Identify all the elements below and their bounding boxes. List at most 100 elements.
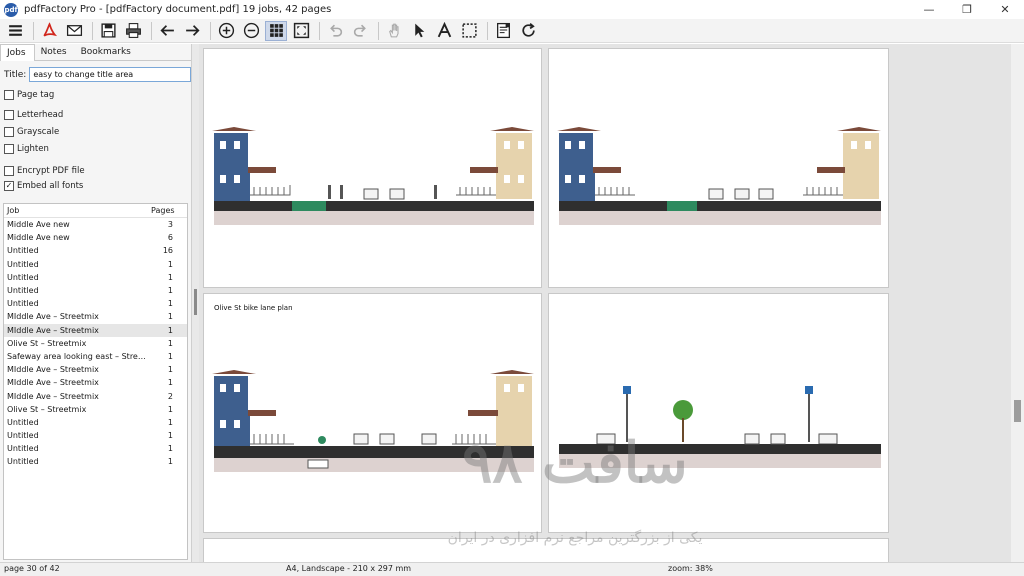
page-thumbnail[interactable] (548, 48, 889, 288)
job-row[interactable]: Middle Ave new 6 (4, 231, 187, 244)
select-tool-button[interactable] (408, 21, 430, 41)
job-column-header[interactable]: Job (7, 206, 151, 215)
email-button[interactable] (63, 21, 85, 41)
embed-fonts-checkbox[interactable]: ✓ (4, 180, 14, 191)
job-row-selected[interactable]: MIddle Ave – Streetmix 1 (4, 323, 187, 337)
job-name: Untitled (7, 431, 39, 441)
pages-column-header[interactable]: Pages (151, 206, 187, 215)
title-input[interactable] (29, 67, 191, 82)
page-properties-button[interactable] (492, 21, 514, 41)
job-name: Safeway area looking east – Street… (7, 351, 149, 361)
option-letterhead[interactable]: Letterhead (0, 108, 191, 121)
tab-jobs[interactable]: Jobs (0, 44, 35, 61)
grid-view-icon (269, 24, 283, 37)
encrypt-pdf-label: Encrypt PDF file (17, 165, 85, 176)
refresh-button[interactable] (517, 21, 539, 41)
job-row[interactable]: Middle Ave new 3 (4, 218, 187, 231)
job-name: MIddle Ave – Streetmix (7, 391, 99, 401)
option-grayscale[interactable]: Grayscale (0, 125, 191, 138)
job-row[interactable]: Untitled 1 (4, 271, 187, 284)
page-thumbnail[interactable] (203, 48, 542, 288)
job-row[interactable]: Safeway area looking east – Street… 1 (4, 350, 187, 363)
redo-button[interactable] (349, 21, 371, 41)
text-tool-button[interactable] (433, 21, 455, 41)
save-button[interactable] (97, 21, 119, 41)
vertical-scrollbar[interactable] (1011, 44, 1024, 562)
undo-button[interactable] (324, 21, 346, 41)
job-name: Untitled (7, 286, 39, 296)
tab-notes[interactable]: Notes (35, 44, 75, 61)
job-pages: 1 (167, 351, 173, 361)
option-embed-fonts[interactable]: ✓ Embed all fonts (0, 179, 191, 192)
previous-page-button[interactable] (156, 21, 178, 41)
job-row[interactable]: Olive St – Streetmix 1 (4, 337, 187, 350)
job-pages: 1 (167, 457, 173, 467)
job-name: MIddle Ave – Streetmix (7, 378, 99, 388)
close-button[interactable]: ✕ (986, 0, 1024, 19)
window-controls: — ❐ ✕ (910, 0, 1024, 19)
job-pages: 1 (167, 272, 173, 282)
job-pages: 1 (167, 312, 173, 322)
street-section-drawing (212, 370, 534, 472)
marquee-select-button[interactable] (458, 21, 480, 41)
page-thumbnail[interactable] (203, 538, 889, 562)
grayscale-checkbox[interactable] (4, 126, 14, 137)
zoom-out-button[interactable] (240, 21, 262, 41)
job-pages: 1 (167, 299, 173, 309)
encrypt-pdf-checkbox[interactable] (4, 165, 14, 176)
job-row[interactable]: MIddle Ave – Streetmix 1 (4, 376, 187, 389)
grid-view-button[interactable] (265, 20, 287, 41)
job-row[interactable]: Untitled 1 (4, 429, 187, 442)
restore-button[interactable]: ❐ (948, 0, 986, 19)
email-icon (66, 25, 82, 36)
tab-bookmarks[interactable]: Bookmarks (75, 44, 139, 61)
page-tag-checkbox[interactable] (4, 89, 14, 100)
letterhead-label: Letterhead (17, 109, 64, 120)
job-pages: 1 (167, 286, 173, 296)
job-row[interactable]: Untitled 1 (4, 297, 187, 310)
option-page-tag[interactable]: Page tag (0, 88, 191, 101)
title-bar: pdf pdfFactory Pro - [pdfFactory documen… (0, 0, 1024, 19)
job-row[interactable]: MIddle Ave – Streetmix 1 (4, 363, 187, 376)
job-name: Untitled (7, 444, 39, 454)
status-zoom: zoom: 38% (668, 564, 713, 573)
job-row[interactable]: Untitled 1 (4, 284, 187, 297)
lighten-checkbox[interactable] (4, 143, 14, 154)
checkmark-icon: ✓ (5, 180, 13, 190)
fit-page-button[interactable] (290, 21, 312, 41)
page-thumbnail[interactable]: Olive St bike lane plan (203, 293, 542, 533)
job-row[interactable]: Untitled 16 (4, 244, 187, 257)
jobs-list[interactable]: Job Pages Middle Ave new 3 Middle Ave new… (3, 203, 188, 560)
letterhead-checkbox[interactable] (4, 109, 14, 120)
job-row[interactable]: Untitled 1 (4, 416, 187, 429)
acrobat-button[interactable] (38, 21, 60, 41)
document-area[interactable]: Olive St bike lane plan (199, 44, 1011, 562)
left-panel: Jobs Notes Bookmarks Title: Page tag Let… (0, 44, 192, 562)
job-row[interactable]: Untitled 1 (4, 258, 187, 271)
print-icon (125, 23, 141, 38)
job-row[interactable]: MIddle Ave – Streetmix 2 (4, 389, 187, 402)
minimize-button[interactable]: — (910, 0, 948, 19)
grayscale-label: Grayscale (17, 126, 60, 137)
toolbar-separator (378, 21, 379, 40)
jobs-header: Job Pages (4, 204, 187, 218)
job-row[interactable]: MIddle Ave – Streetmix 1 (4, 310, 187, 323)
hand-tool-button[interactable] (383, 21, 405, 41)
redo-icon (353, 24, 366, 37)
job-row[interactable]: Untitled 1 (4, 455, 187, 468)
menu-button[interactable] (4, 21, 26, 41)
job-row[interactable]: Untitled 1 (4, 442, 187, 455)
option-encrypt-pdf[interactable]: Encrypt PDF file (0, 164, 191, 177)
pdffactory-app-icon[interactable]: pdf (4, 2, 18, 17)
page-thumbnail[interactable] (548, 293, 889, 533)
splitter-grip-icon[interactable] (194, 289, 197, 315)
print-button[interactable] (122, 21, 144, 41)
job-name: Untitled (7, 299, 39, 309)
job-row[interactable]: Olive St – Streetmix 1 (4, 403, 187, 416)
next-page-button[interactable] (181, 21, 203, 41)
panel-splitter[interactable] (192, 44, 199, 562)
zoom-in-button[interactable] (215, 21, 237, 41)
option-lighten[interactable]: Lighten (0, 142, 191, 155)
scrollbar-thumb[interactable] (1014, 400, 1021, 422)
embed-fonts-label: Embed all fonts (17, 180, 84, 191)
